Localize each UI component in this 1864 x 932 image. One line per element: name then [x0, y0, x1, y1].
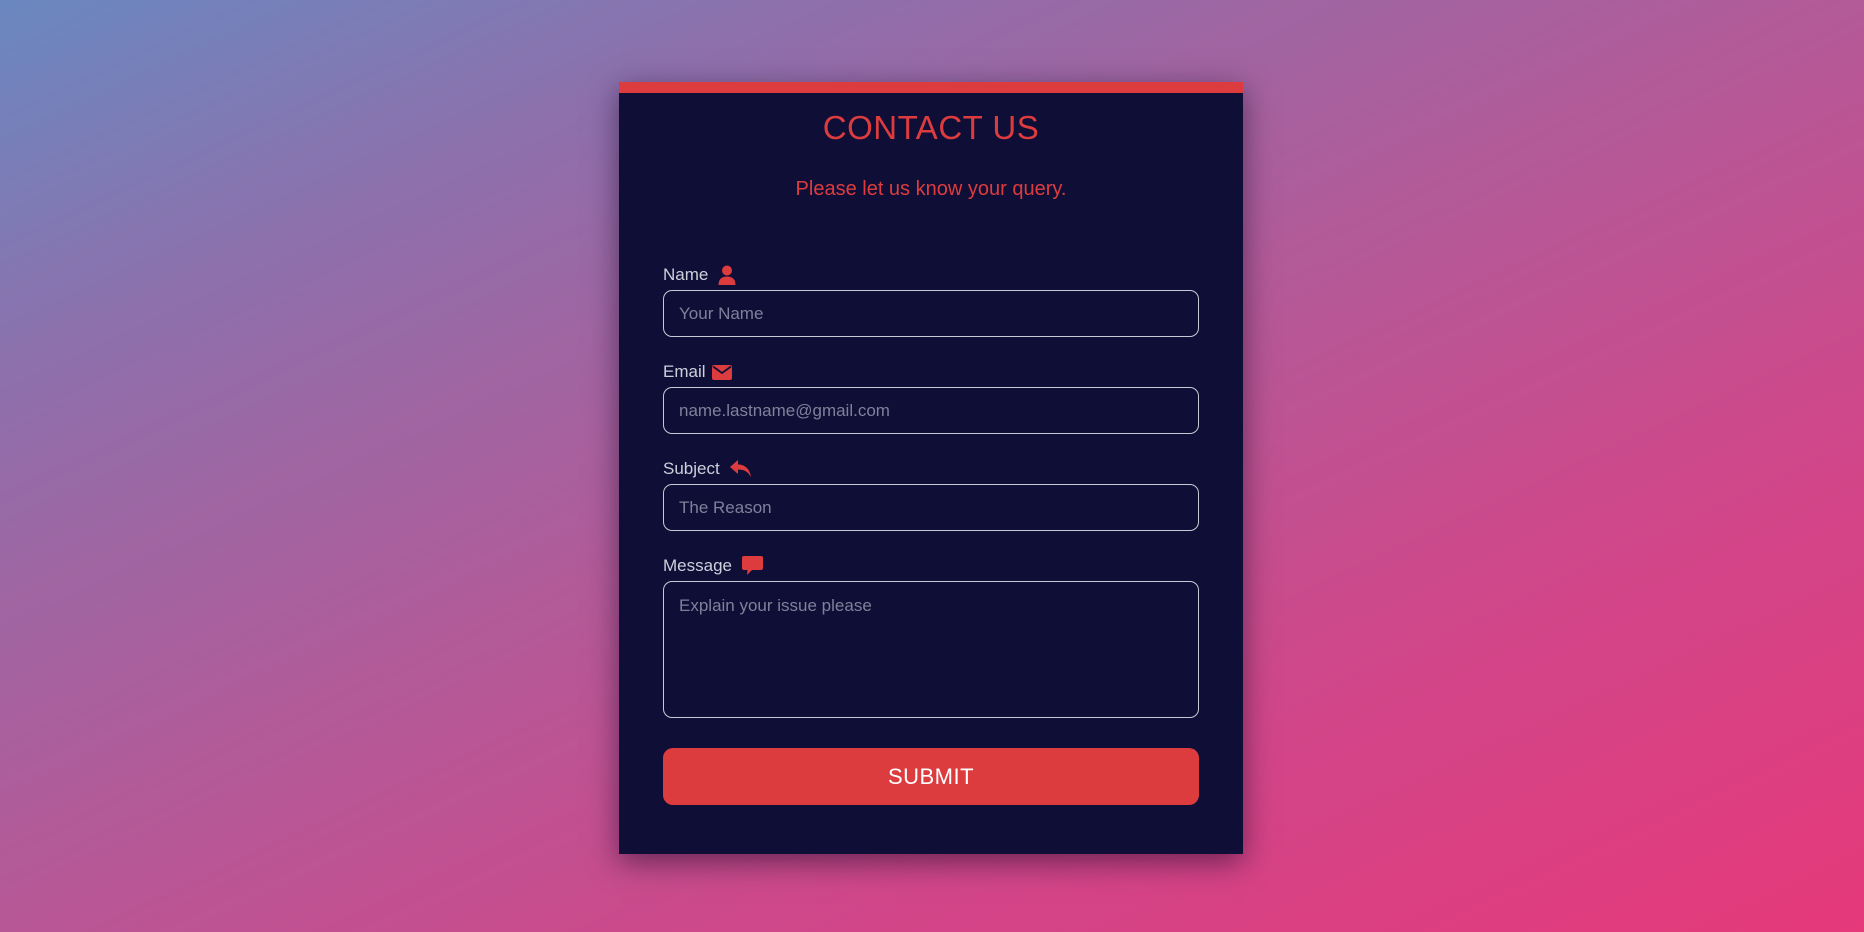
name-label-text: Name — [663, 265, 709, 284]
comment-icon — [741, 556, 763, 576]
name-label: Name — [663, 263, 736, 287]
subject-label-text: Subject — [663, 459, 720, 478]
envelope-icon — [711, 364, 732, 380]
reply-icon — [729, 460, 752, 478]
name-input[interactable] — [663, 290, 1199, 337]
subject-input[interactable] — [663, 484, 1199, 531]
submit-button[interactable]: SUBMIT — [663, 748, 1199, 805]
card-accent-bar — [619, 82, 1243, 93]
page-subtitle: Please let us know your query. — [795, 178, 1067, 200]
email-label: Email — [663, 360, 732, 384]
message-label-text: Message — [663, 556, 732, 575]
message-label: Message — [663, 554, 763, 578]
user-icon — [718, 265, 736, 285]
subject-label: Subject — [663, 457, 752, 481]
email-input[interactable] — [663, 387, 1199, 434]
page-title: CONTACT US — [822, 109, 1040, 146]
message-textarea[interactable] — [663, 581, 1199, 718]
email-label-text: Email — [663, 362, 706, 381]
contact-form-card: CONTACT US Please let us know your query… — [619, 82, 1243, 854]
